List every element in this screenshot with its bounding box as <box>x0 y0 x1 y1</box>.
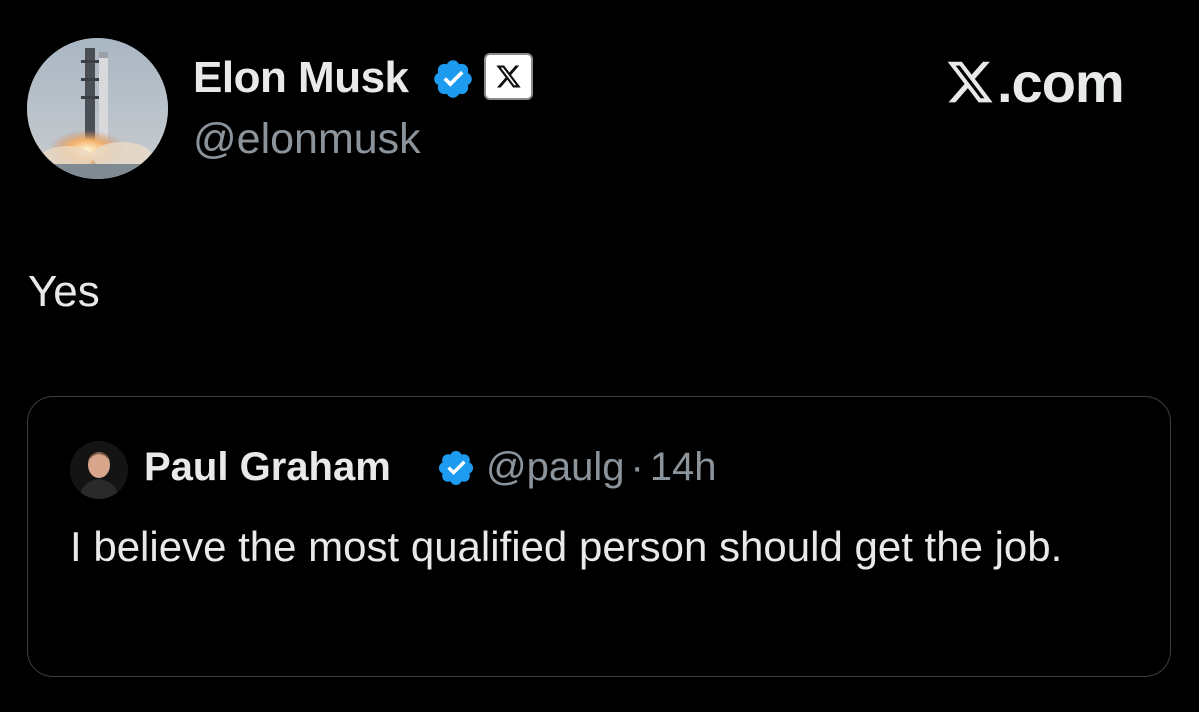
quoted-author-display-name[interactable]: Paul Graham <box>144 443 391 491</box>
rocket-launch-image <box>27 38 168 179</box>
author-avatar[interactable] <box>27 38 168 179</box>
quoted-author-avatar[interactable] <box>70 441 128 499</box>
affiliation-badge[interactable] <box>484 53 533 100</box>
post-text: Yes <box>28 267 100 316</box>
quoted-post-text: I believe the most qualified person shou… <box>70 523 1063 570</box>
quoted-author-handle[interactable]: @paulg <box>486 445 624 489</box>
quoted-post-meta: @paulg · 14h <box>486 443 717 491</box>
quoted-post-timestamp[interactable]: 14h <box>650 445 717 489</box>
meta-separator: · <box>630 445 644 489</box>
author-handle[interactable]: @elonmusk <box>193 113 421 165</box>
xcom-watermark: .com <box>945 50 1125 114</box>
x-logo-icon <box>947 61 993 103</box>
x-logo-icon <box>496 65 521 88</box>
profile-photo <box>70 441 128 499</box>
author-display-name[interactable]: Elon Musk <box>193 52 409 104</box>
verified-badge-icon <box>438 450 474 486</box>
watermark-domain-text: .com <box>997 50 1125 114</box>
quoted-post-card[interactable]: Paul Graham @paulg · 14h I believe the mos… <box>27 396 1171 677</box>
verified-badge-icon <box>434 60 472 98</box>
